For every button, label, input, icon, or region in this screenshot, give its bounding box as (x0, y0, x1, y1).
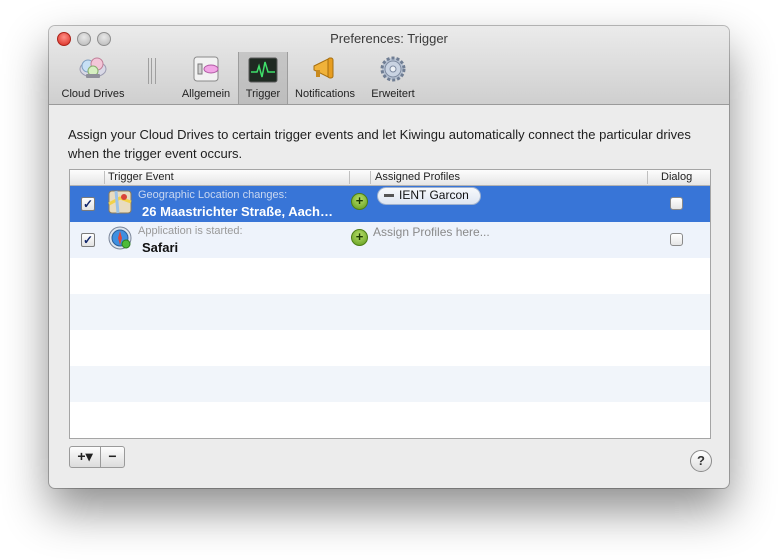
row-enabled-checkbox[interactable]: ✓ (81, 197, 95, 211)
event-title: Application is started: (138, 225, 243, 237)
toolbar-label: Allgemein (181, 88, 231, 100)
event-value: 26 Maastrichter Straße, Aach… (142, 204, 333, 219)
toolbar-item-notifications[interactable]: Notifications (289, 55, 361, 101)
activity-monitor-icon (248, 57, 278, 85)
safari-icon (108, 226, 132, 250)
add-remove-control: +▾ − (69, 446, 125, 468)
profile-token[interactable]: ▬ IENT Garcon (377, 187, 481, 205)
row-enabled-checkbox[interactable]: ✓ (81, 233, 95, 247)
column-header-trigger-event[interactable]: Trigger Event (108, 171, 174, 183)
event-value: Safari (142, 240, 179, 255)
add-trigger-button[interactable]: +▾ (70, 447, 101, 467)
preferences-window: Preferences: Trigger Cloud Drives Allgem… (49, 26, 729, 488)
dialog-checkbox[interactable] (670, 197, 683, 210)
empty-row (70, 294, 710, 330)
cloud-drives-icon (78, 55, 108, 83)
column-separator (104, 171, 105, 184)
remove-trigger-button[interactable]: − (101, 447, 124, 467)
toolbar-separator (148, 58, 156, 84)
toolbar-item-trigger[interactable]: Trigger (238, 52, 288, 104)
drive-icon: ▬ (384, 189, 394, 200)
event-title: Geographic Location changes: (138, 189, 288, 201)
gear-icon (378, 55, 408, 83)
add-profile-button[interactable]: + (351, 193, 368, 210)
table-header: Trigger Event Assigned Profiles Dialog (70, 170, 710, 186)
toolbar-label: Notifications (295, 88, 355, 100)
column-header-assigned-profiles[interactable]: Assigned Profiles (375, 171, 460, 183)
toolbar-item-erweitert[interactable]: Erweitert (365, 55, 421, 101)
help-button[interactable]: ? (690, 450, 712, 472)
column-header-dialog[interactable]: Dialog (661, 171, 692, 183)
table-row[interactable]: ✓ Application is started: Safari + Assig… (70, 222, 710, 258)
profile-token-label: IENT Garcon (399, 188, 469, 202)
column-separator (370, 171, 371, 184)
maps-icon (108, 190, 132, 214)
table-row[interactable]: ✓ Geographic Location changes: 26 Maastr… (70, 186, 710, 222)
toolbar: Preferences: Trigger Cloud Drives Allgem… (49, 26, 729, 105)
trigger-table: Trigger Event Assigned Profiles Dialog ✓… (69, 169, 711, 439)
toolbar-label: Erweitert (371, 88, 415, 100)
toolbar-label: Cloud Drives (61, 88, 125, 100)
column-separator (349, 171, 350, 184)
column-separator (647, 171, 648, 184)
empty-row (70, 366, 710, 402)
description-text: Assign your Cloud Drives to certain trig… (68, 127, 691, 161)
add-profile-button[interactable]: + (351, 229, 368, 246)
dialog-checkbox[interactable] (670, 233, 683, 246)
assign-profiles-placeholder[interactable]: Assign Profiles here... (373, 225, 490, 239)
toolbar-item-allgemein[interactable]: Allgemein (177, 55, 235, 101)
toolbar-label: Trigger (245, 88, 281, 100)
toolbar-item-cloud-drives[interactable]: Cloud Drives (55, 55, 131, 101)
megaphone-icon (310, 55, 340, 83)
window-title: Preferences: Trigger (330, 31, 448, 46)
general-switch-icon (191, 55, 221, 83)
